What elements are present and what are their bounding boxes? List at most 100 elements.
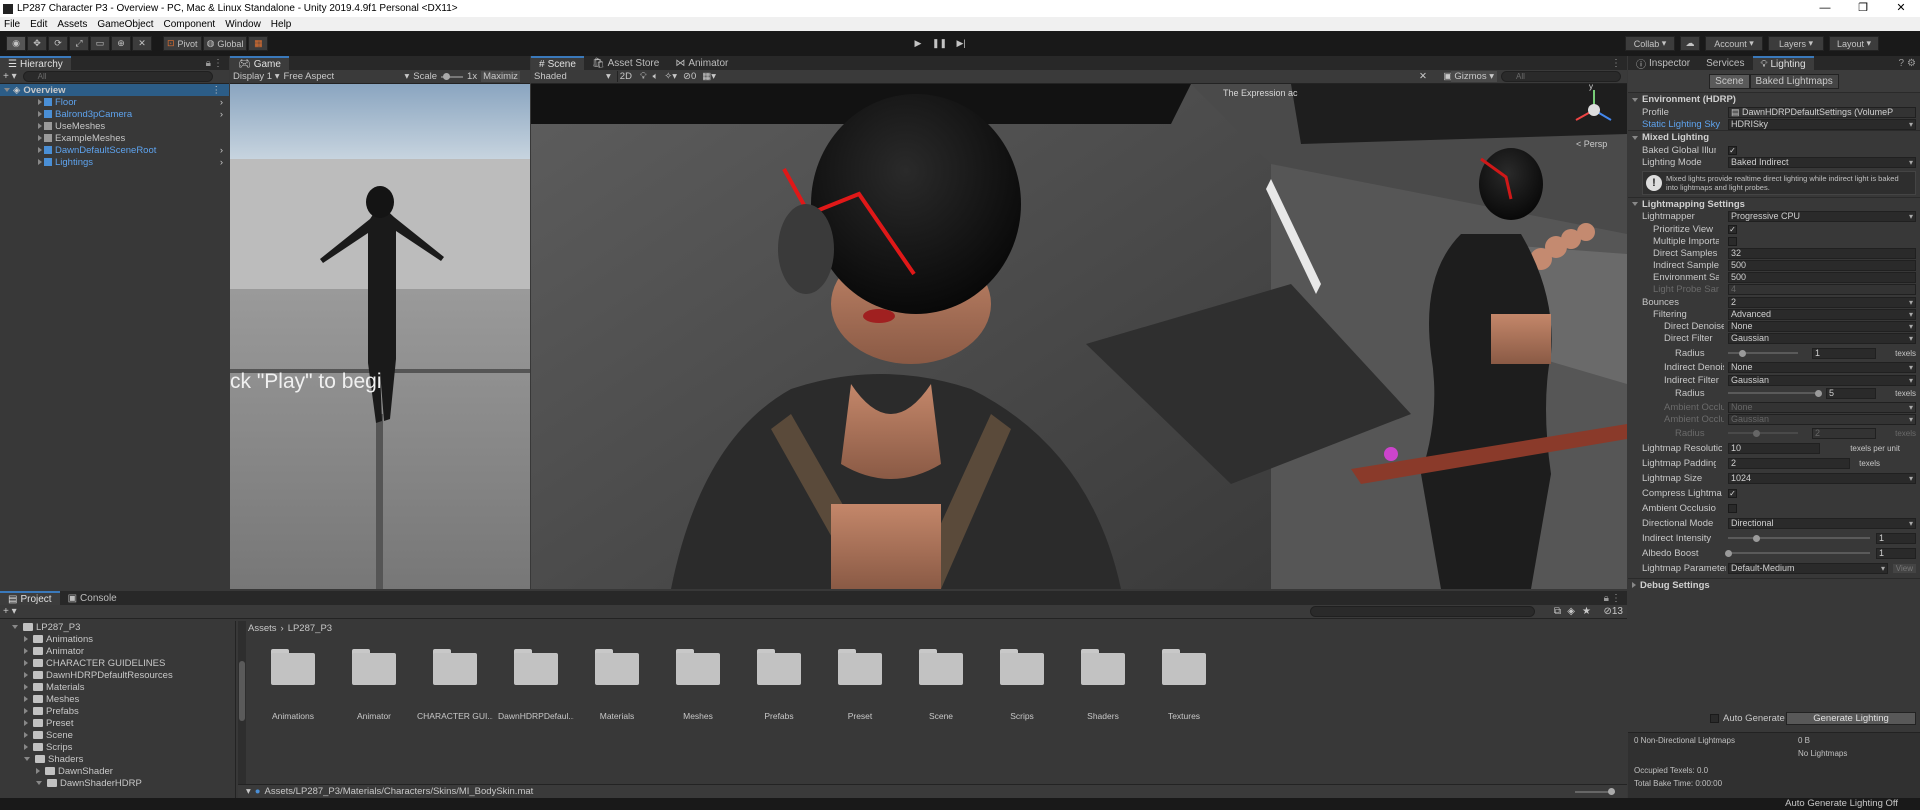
menu-dots-icon[interactable]: ⋮ bbox=[1611, 593, 1621, 604]
prefab-open-icon[interactable]: › bbox=[220, 145, 223, 156]
lock-icon[interactable]: 🔒︎ bbox=[1604, 593, 1609, 604]
radius2-knob[interactable] bbox=[1815, 390, 1822, 398]
move-tool-icon[interactable]: ✥ bbox=[27, 36, 47, 51]
folder-icon[interactable] bbox=[352, 649, 396, 685]
indirect-filter-dropdown[interactable]: Gaussian bbox=[1728, 374, 1916, 386]
compress-checkbox[interactable]: ✓ bbox=[1728, 488, 1737, 498]
subtab-baked-lightmaps[interactable]: Baked Lightmaps bbox=[1749, 73, 1839, 89]
hierarchy-item[interactable]: Balrond3pCamera › bbox=[0, 108, 229, 120]
collab-button[interactable]: Collab ▾ bbox=[1625, 36, 1675, 51]
albedo-boost-slider[interactable] bbox=[1728, 551, 1870, 554]
mixed-lighting-section[interactable]: Mixed Lighting bbox=[1628, 130, 1920, 144]
direct-denoiser-dropdown[interactable]: None bbox=[1728, 321, 1916, 333]
hierarchy-item[interactable]: UseMeshes bbox=[0, 120, 229, 132]
albedo-boost-field[interactable]: 1 bbox=[1876, 547, 1916, 559]
expand-arrow-icon[interactable] bbox=[12, 625, 18, 629]
lightmapper-dropdown[interactable]: Progressive CPU bbox=[1728, 211, 1916, 223]
profile-field[interactable]: ▤ DawnHDRPDefaultSettings (VolumeP bbox=[1728, 106, 1916, 118]
expand-arrow-icon[interactable] bbox=[24, 708, 28, 714]
tree-item[interactable]: Preset bbox=[0, 717, 235, 729]
global-button[interactable]: ◍ Global bbox=[202, 36, 248, 51]
indirect-denoiser-dropdown[interactable]: None bbox=[1728, 362, 1916, 374]
tab-console[interactable]: ▣ Console bbox=[60, 591, 125, 605]
tab-asset-store[interactable]: 🛍︎ Asset Store bbox=[584, 56, 667, 70]
tree-item[interactable]: Scene bbox=[0, 729, 235, 741]
tab-game[interactable]: 🎮︎ Game bbox=[230, 56, 289, 70]
expand-arrow-icon[interactable] bbox=[24, 720, 28, 726]
prefab-open-icon[interactable]: › bbox=[220, 157, 223, 168]
folder-icon[interactable] bbox=[919, 649, 963, 685]
expand-arrow-icon[interactable] bbox=[38, 135, 42, 141]
lm-resolution-field[interactable]: 10 bbox=[1728, 442, 1820, 454]
effects-dropdown-icon[interactable]: ✧▾ bbox=[664, 71, 677, 82]
folder-icon[interactable] bbox=[514, 649, 558, 685]
direct-samples-field[interactable]: 32 bbox=[1728, 247, 1916, 259]
hidden-objects-icon[interactable]: ⊘0 bbox=[683, 71, 696, 82]
rect-tool-icon[interactable]: ▭ bbox=[90, 36, 110, 51]
expand-arrow-icon[interactable] bbox=[38, 123, 42, 129]
lm-padding-field[interactable]: 2 bbox=[1728, 457, 1850, 469]
tree-scrollbar[interactable] bbox=[238, 621, 246, 786]
tree-item[interactable]: CHARACTER GUIDELINES bbox=[0, 657, 235, 669]
pause-button[interactable]: ❚❚ bbox=[929, 36, 951, 51]
folder-icon[interactable] bbox=[757, 649, 801, 685]
scale-tool-icon[interactable]: ⤢ bbox=[69, 36, 89, 51]
rotate-tool-icon[interactable]: ⟳ bbox=[48, 36, 68, 51]
create-button[interactable]: + ▾ bbox=[3, 71, 17, 82]
prefab-open-icon[interactable]: › bbox=[220, 109, 223, 120]
snap-grid-icon[interactable]: ▦ bbox=[248, 36, 269, 51]
menu-help[interactable]: Help bbox=[267, 19, 298, 30]
folder-icon[interactable] bbox=[1162, 649, 1206, 685]
expand-arrow-icon[interactable] bbox=[24, 696, 28, 702]
close-icon[interactable]: ✕ bbox=[1882, 0, 1920, 17]
cloud-icon[interactable]: ☁ bbox=[1680, 36, 1700, 51]
pivot-button[interactable]: ⊡ Pivot bbox=[163, 36, 202, 51]
prioritize-checkbox[interactable]: ✓ bbox=[1728, 224, 1737, 234]
view-button[interactable]: View bbox=[1892, 563, 1916, 573]
indirect-intensity-knob[interactable] bbox=[1753, 534, 1761, 542]
hierarchy-item[interactable]: DawnDefaultSceneRoot › bbox=[0, 144, 229, 156]
bounces-dropdown[interactable]: 2 bbox=[1728, 296, 1916, 308]
tab-services[interactable]: Services bbox=[1698, 56, 1752, 70]
gizmos-dropdown[interactable]: Gizmos ▾ bbox=[1451, 71, 1497, 82]
folder-icon[interactable] bbox=[1081, 649, 1125, 685]
lightmapping-section[interactable]: Lightmapping Settings bbox=[1628, 196, 1920, 211]
tab-hierarchy[interactable]: ☰ Hierarchy bbox=[0, 56, 71, 70]
scene-root-row[interactable]: ◈ Overview ⋮ bbox=[0, 84, 229, 96]
filtering-dropdown[interactable]: Advanced bbox=[1728, 308, 1916, 320]
expand-arrow-icon[interactable] bbox=[38, 111, 42, 117]
layers-button[interactable]: Layers ▾ bbox=[1768, 36, 1824, 51]
ambient-occlusion-checkbox[interactable] bbox=[1728, 503, 1737, 513]
tab-scene[interactable]: # Scene bbox=[531, 56, 584, 70]
tree-item[interactable]: LP287_P3 bbox=[0, 621, 235, 633]
custom-tool-icon[interactable]: ✕ bbox=[132, 36, 152, 51]
tab-lighting[interactable]: 💡︎ Lighting bbox=[1752, 56, 1814, 70]
hierarchy-item[interactable]: Floor › bbox=[0, 96, 229, 108]
expand-arrow-icon[interactable] bbox=[36, 781, 42, 785]
folder-icon[interactable] bbox=[676, 649, 720, 685]
menu-assets[interactable]: Assets bbox=[53, 19, 93, 30]
folder-icon[interactable] bbox=[271, 649, 315, 685]
folder-icon[interactable] bbox=[1000, 649, 1044, 685]
expand-arrow-icon[interactable] bbox=[24, 732, 28, 738]
filter-type-icon[interactable]: ⧉ bbox=[1554, 606, 1561, 617]
mode-2d-button[interactable]: 2D bbox=[616, 71, 634, 82]
indirect-intensity-slider[interactable] bbox=[1728, 536, 1870, 539]
environment-section[interactable]: Environment (HDRP) bbox=[1628, 92, 1920, 106]
expand-arrow-icon[interactable] bbox=[38, 99, 42, 105]
tree-item[interactable]: Shaders bbox=[0, 753, 235, 765]
folder-icon[interactable] bbox=[595, 649, 639, 685]
lighting-mode-dropdown[interactable]: Baked Indirect bbox=[1728, 157, 1916, 169]
env-samples-field[interactable]: 500 bbox=[1728, 272, 1916, 284]
aspect-dropdown[interactable]: Free Aspect bbox=[284, 71, 409, 82]
scene-menu-icon[interactable]: ⋮ bbox=[212, 85, 222, 96]
prefab-open-icon[interactable]: › bbox=[220, 97, 223, 108]
tools-icon[interactable]: ✕ bbox=[1419, 71, 1427, 82]
persp-label[interactable]: < Persp bbox=[1576, 139, 1607, 149]
step-button[interactable]: ▶| bbox=[951, 36, 972, 51]
scene-viewport[interactable]: y < Persp The Expression ac bbox=[531, 84, 1627, 589]
menu-file[interactable]: File bbox=[0, 19, 26, 30]
radius2-slider[interactable] bbox=[1728, 392, 1818, 395]
scene-search-input[interactable]: All bbox=[1501, 71, 1621, 82]
scene-menu-icon[interactable]: ⋮ bbox=[1611, 58, 1621, 69]
